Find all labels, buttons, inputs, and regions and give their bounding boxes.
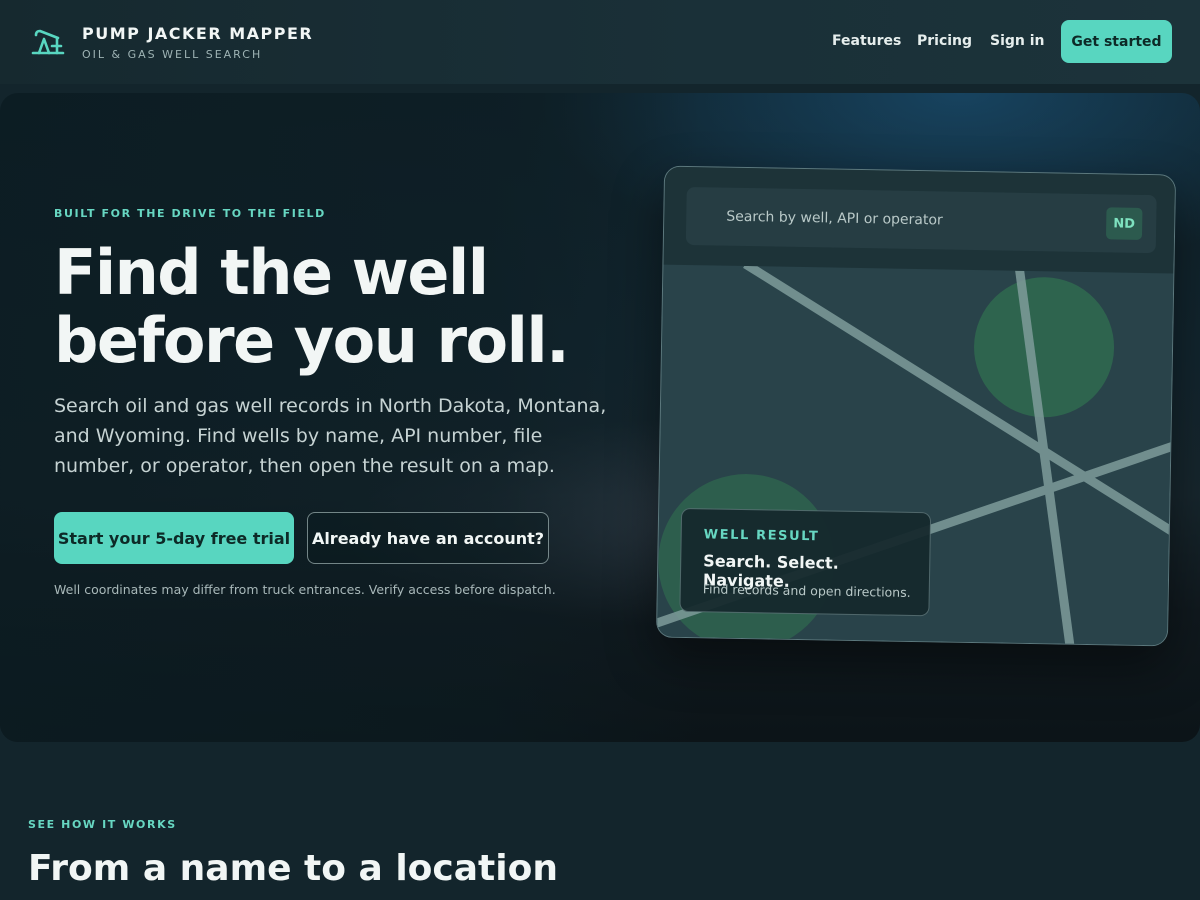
- nav-pricing-link[interactable]: Pricing: [917, 33, 972, 49]
- brand-tagline: OIL & GAS WELL SEARCH: [82, 48, 263, 61]
- coordinates-disclaimer: Well coordinates may differ from truck e…: [54, 582, 556, 597]
- how-it-works-title: From a name to a location: [28, 848, 558, 889]
- pump-jack-icon[interactable]: [30, 26, 66, 58]
- hero-headline: Find the well before you roll.: [54, 239, 614, 375]
- hero-section: BUILT FOR THE DRIVE TO THE FIELD Find th…: [0, 93, 1200, 742]
- nav-sign-in-link[interactable]: Sign in: [990, 33, 1045, 49]
- hero-headline-line-1: Find the well: [54, 236, 489, 309]
- map-preview-card: Search by well, API or operator ND WELL …: [655, 165, 1177, 647]
- well-result-kicker: WELL RESULT: [703, 527, 820, 545]
- map-search-placeholder: Search by well, API or operator: [726, 208, 943, 229]
- well-result-description: Find records and open directions.: [702, 581, 911, 600]
- get-started-button[interactable]: Get started: [1061, 20, 1172, 63]
- nav-features-link[interactable]: Features: [832, 33, 901, 49]
- brand-name[interactable]: PUMP JACKER MAPPER: [82, 24, 313, 43]
- map-search-input[interactable]: Search by well, API or operator ND: [685, 186, 1157, 254]
- existing-account-button[interactable]: Already have an account?: [307, 512, 549, 564]
- site-header: PUMP JACKER MAPPER OIL & GAS WELL SEARCH…: [0, 0, 1200, 84]
- hero-eyebrow: BUILT FOR THE DRIVE TO THE FIELD: [54, 207, 326, 220]
- well-result-card[interactable]: WELL RESULT Search. Select. Navigate. Fi…: [679, 507, 932, 617]
- state-badge[interactable]: ND: [1105, 207, 1143, 240]
- hero-headline-line-2: before you roll.: [54, 304, 570, 377]
- start-free-trial-button[interactable]: Start your 5-day free trial: [54, 512, 294, 564]
- hero-description: Search oil and gas well records in North…: [54, 395, 607, 477]
- map-toolbar: Search by well, API or operator ND: [663, 166, 1177, 274]
- how-it-works-eyebrow: SEE HOW IT WORKS: [28, 818, 177, 831]
